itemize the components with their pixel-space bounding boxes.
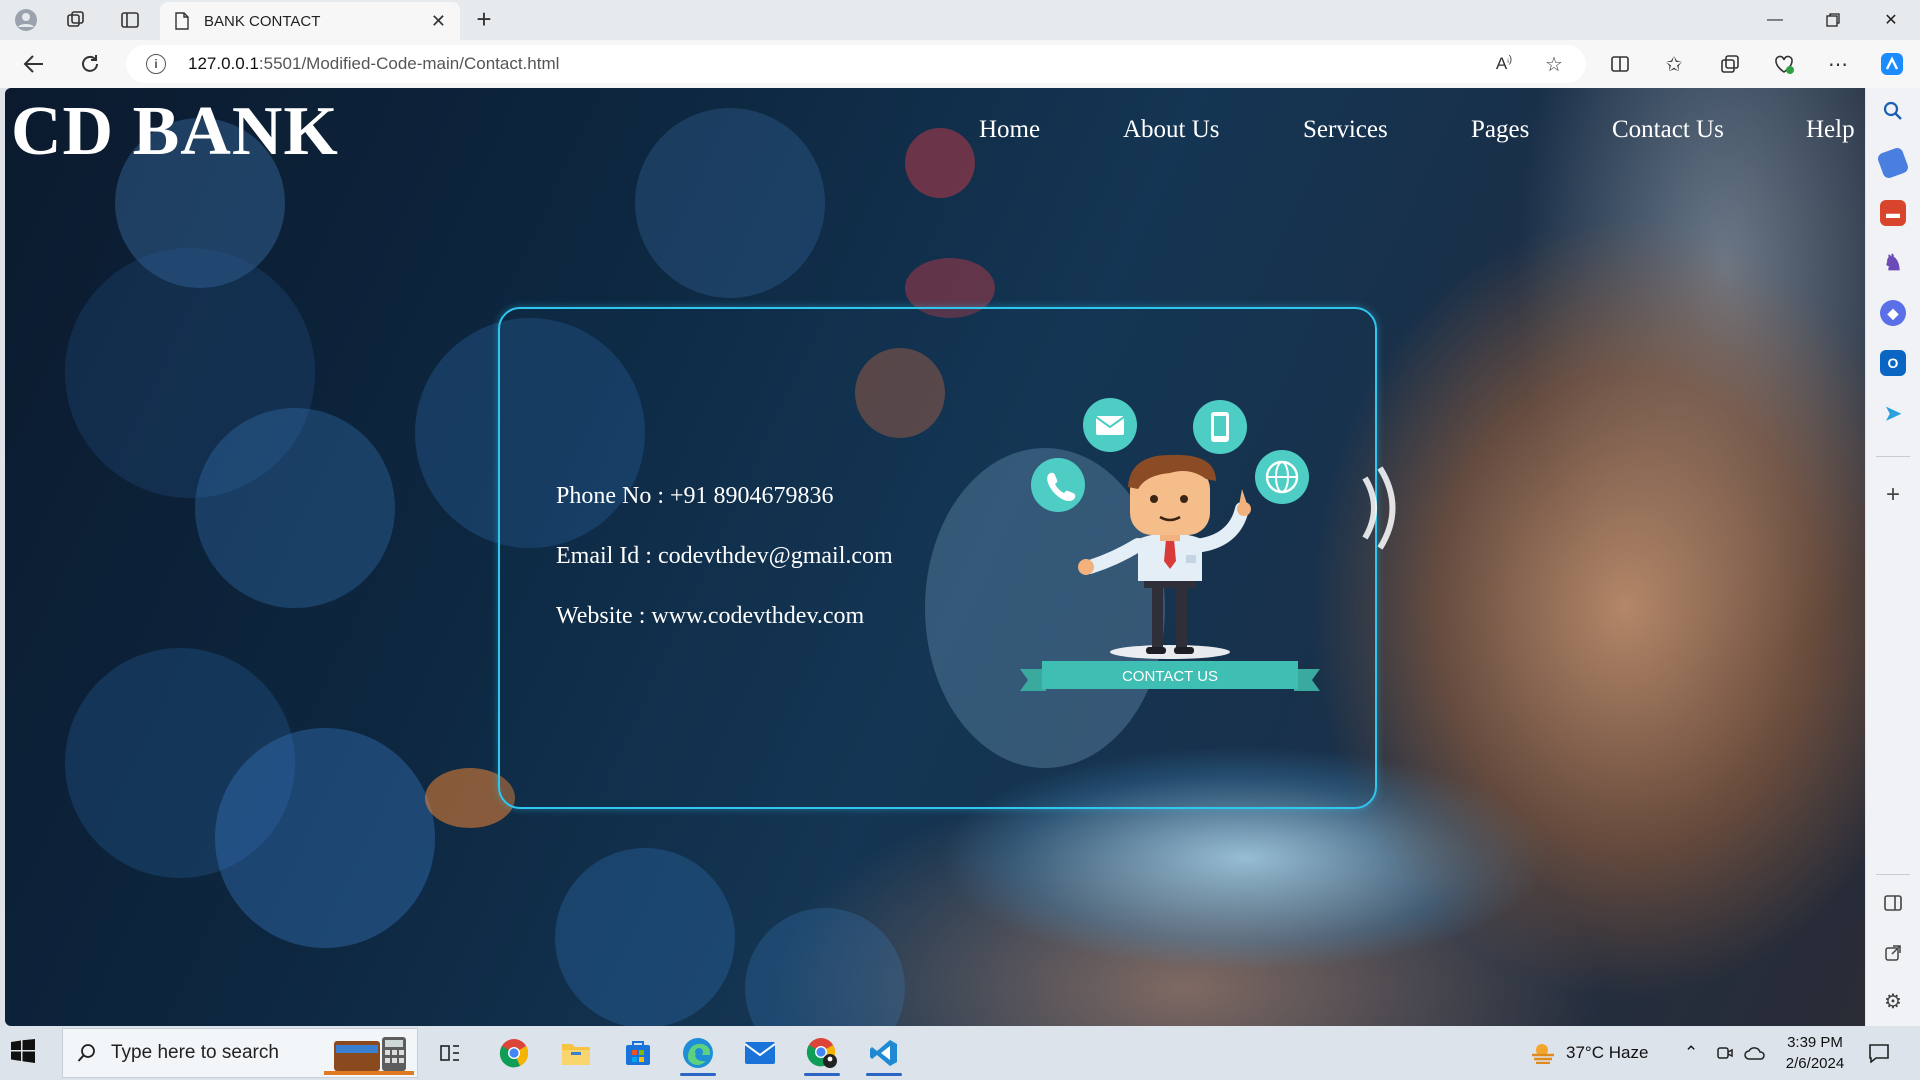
refresh-icon [82, 55, 98, 72]
meet-now-icon[interactable] [1716, 1026, 1734, 1080]
collections-icon[interactable] [1716, 50, 1744, 78]
edge-sidebar: ▬ ♞ ◆ O ➤ + ⚙ [1866, 88, 1920, 1026]
email-text: Email Id : codevthdev@gmail.com [556, 543, 893, 569]
nav-about-us[interactable]: About Us [1123, 116, 1220, 144]
settings-more-icon[interactable]: ⋯ [1824, 50, 1852, 78]
nav-help[interactable]: Help [1806, 116, 1855, 144]
browser-essentials-icon[interactable] [1770, 50, 1798, 78]
hide-sidebar-icon[interactable] [1880, 890, 1906, 916]
nav-home[interactable]: Home [979, 116, 1040, 144]
tab-bank-contact[interactable]: BANK CONTACT ✕ [160, 2, 460, 40]
chrome-profile-app-icon[interactable] [794, 1030, 850, 1076]
phone-text: Phone No : +91 8904679836 [556, 483, 834, 509]
onedrive-cloud-icon[interactable] [1744, 1026, 1766, 1080]
add-app-icon[interactable]: + [1880, 481, 1906, 508]
nav-pages[interactable]: Pages [1471, 116, 1529, 144]
drop-send-icon[interactable]: ➤ [1880, 400, 1906, 426]
favorite-star-icon[interactable]: ☆ [1540, 50, 1568, 78]
nav-services[interactable]: Services [1303, 116, 1388, 144]
edge-browser-icon[interactable] [670, 1030, 726, 1076]
bokeh-light [555, 848, 735, 1026]
weather-text: 37°C Haze [1566, 1043, 1649, 1062]
tab-title: BANK CONTACT [204, 12, 321, 30]
address-bar-row: i 127.0.0.1:5501/Modified-Code-main/Cont… [0, 40, 1920, 88]
signal-waves-icon [1362, 466, 1396, 550]
tools-icon[interactable]: ▬ [1880, 200, 1906, 226]
read-aloud-icon[interactable]: Aᵢ) [1490, 50, 1518, 78]
contact-illustration: CONTACT US [1020, 389, 1320, 709]
close-window-button[interactable]: ✕ [1864, 0, 1918, 40]
tab-actions-icon[interactable] [118, 8, 142, 32]
sidebar-divider [1876, 874, 1910, 875]
url-text: 127.0.0.1:5501/Modified-Code-main/Contac… [188, 54, 560, 73]
windows-logo-icon [11, 1039, 35, 1063]
outlook-icon[interactable]: O [1880, 350, 1906, 376]
minimize-button[interactable]: — [1748, 0, 1802, 40]
notification-center-icon[interactable] [1868, 1026, 1890, 1080]
close-tab-icon[interactable]: ✕ [431, 11, 446, 32]
favorites-icon[interactable]: ✩ [1660, 50, 1688, 78]
clock-time: 3:39 PM [1787, 1034, 1843, 1051]
microsoft-365-icon[interactable]: ◆ [1880, 300, 1906, 326]
open-external-icon[interactable] [1880, 940, 1906, 966]
bokeh-light [745, 908, 905, 1026]
chrome-app-icon[interactable] [486, 1030, 542, 1076]
restore-button[interactable] [1806, 0, 1860, 40]
url-field[interactable]: i 127.0.0.1:5501/Modified-Code-main/Cont… [126, 45, 1586, 83]
copilot-icon[interactable] [1878, 50, 1906, 78]
sidebar-divider [1876, 456, 1910, 457]
shopping-tag-icon[interactable] [1876, 146, 1910, 180]
mobile-bubble-icon [1193, 400, 1247, 454]
search-highlight-image[interactable] [320, 1030, 418, 1076]
mail-bubble-icon [1083, 398, 1137, 452]
globe-bubble-icon [1255, 450, 1309, 504]
site-logo[interactable]: CD BANK [11, 92, 339, 172]
phone-bubble-icon [1031, 458, 1085, 512]
sidebar-settings-icon[interactable]: ⚙ [1880, 988, 1906, 1014]
bokeh-light [215, 728, 435, 948]
site-info-icon[interactable]: i [146, 54, 166, 74]
contact-card: Phone No : +91 8904679836 Email Id : cod… [498, 307, 1377, 809]
nav-contact-us[interactable]: Contact Us [1612, 116, 1724, 144]
clock-date: 2/6/2024 [1785, 1055, 1845, 1072]
site-header: CD BANK Home About Us Services Pages Con… [5, 88, 1865, 178]
haze-sun-icon [1532, 1044, 1554, 1064]
games-icon[interactable]: ♞ [1880, 250, 1906, 276]
file-explorer-icon[interactable] [548, 1030, 604, 1076]
search-placeholder: Type here to search [111, 1042, 279, 1063]
weather-widget[interactable]: 37°C Haze [1530, 1026, 1648, 1080]
new-tab-button[interactable]: + [470, 6, 498, 34]
search-icon [77, 1044, 95, 1062]
vscode-app-icon[interactable] [856, 1030, 912, 1076]
windows-taskbar: Type here to search 37°C Haze ⌃ 3:39 PM … [0, 1026, 1920, 1080]
bokeh-light [195, 408, 395, 608]
page-icon [175, 12, 189, 30]
businessman-figure [1078, 454, 1251, 659]
profile-icon[interactable] [14, 8, 38, 32]
mail-app-icon[interactable] [732, 1030, 788, 1076]
back-button[interactable] [20, 50, 48, 78]
website-text: Website : www.codevthdev.com [556, 603, 865, 629]
show-hidden-icons-button[interactable]: ⌃ [1684, 1026, 1698, 1080]
workspaces-icon[interactable] [64, 8, 88, 32]
taskbar-clock[interactable]: 3:39 PM 2/6/2024 [1770, 1032, 1860, 1074]
windows-start-button[interactable] [10, 1038, 40, 1068]
refresh-button[interactable] [76, 50, 104, 78]
web-page: CD BANK Home About Us Services Pages Con… [5, 88, 1865, 1026]
split-screen-icon[interactable] [1606, 50, 1634, 78]
search-icon[interactable] [1880, 98, 1906, 124]
task-view-button[interactable] [422, 1030, 478, 1076]
banner-label: CONTACT US [1122, 668, 1218, 685]
microsoft-store-icon[interactable] [610, 1030, 666, 1076]
back-arrow-icon [23, 55, 43, 73]
browser-titlebar: BANK CONTACT ✕ + — ✕ [0, 0, 1920, 40]
